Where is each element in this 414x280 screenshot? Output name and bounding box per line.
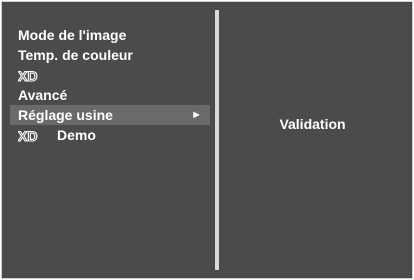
menu-item-label: Avancé bbox=[18, 87, 68, 103]
main-menu-pane: Mode de l'image Temp. de couleur XD Avan… bbox=[10, 10, 213, 270]
menu-item-label: Mode de l'image bbox=[18, 27, 127, 43]
xd-logo-icon: XD bbox=[18, 129, 38, 142]
menu-item-label: Réglage usine bbox=[18, 107, 113, 123]
menu-item-factory-reset[interactable]: Réglage usine ► bbox=[10, 105, 210, 125]
menu-item-picture-mode[interactable]: Mode de l'image bbox=[10, 25, 213, 45]
osd-menu-window: Mode de l'image Temp. de couleur XD Avan… bbox=[1, 1, 413, 279]
svg-text:XD: XD bbox=[18, 69, 37, 82]
menu-item-color-temperature[interactable]: Temp. de couleur bbox=[10, 45, 213, 65]
menu-item-label: Temp. de couleur bbox=[18, 47, 133, 63]
main-menu-list: Mode de l'image Temp. de couleur XD Avan… bbox=[10, 25, 213, 145]
menu-item-label: Demo bbox=[57, 127, 96, 143]
xd-logo-icon: XD bbox=[18, 69, 38, 82]
submenu-pane: Validation bbox=[219, 10, 406, 270]
menu-item-advanced[interactable]: Avancé bbox=[10, 85, 213, 105]
right-triangle-icon: ► bbox=[191, 109, 202, 121]
menu-item-xd[interactable]: XD bbox=[10, 65, 213, 85]
submenu-option-validation[interactable]: Validation bbox=[219, 114, 406, 134]
svg-text:XD: XD bbox=[18, 129, 37, 142]
menu-item-xd-demo[interactable]: XD Demo bbox=[10, 125, 213, 145]
